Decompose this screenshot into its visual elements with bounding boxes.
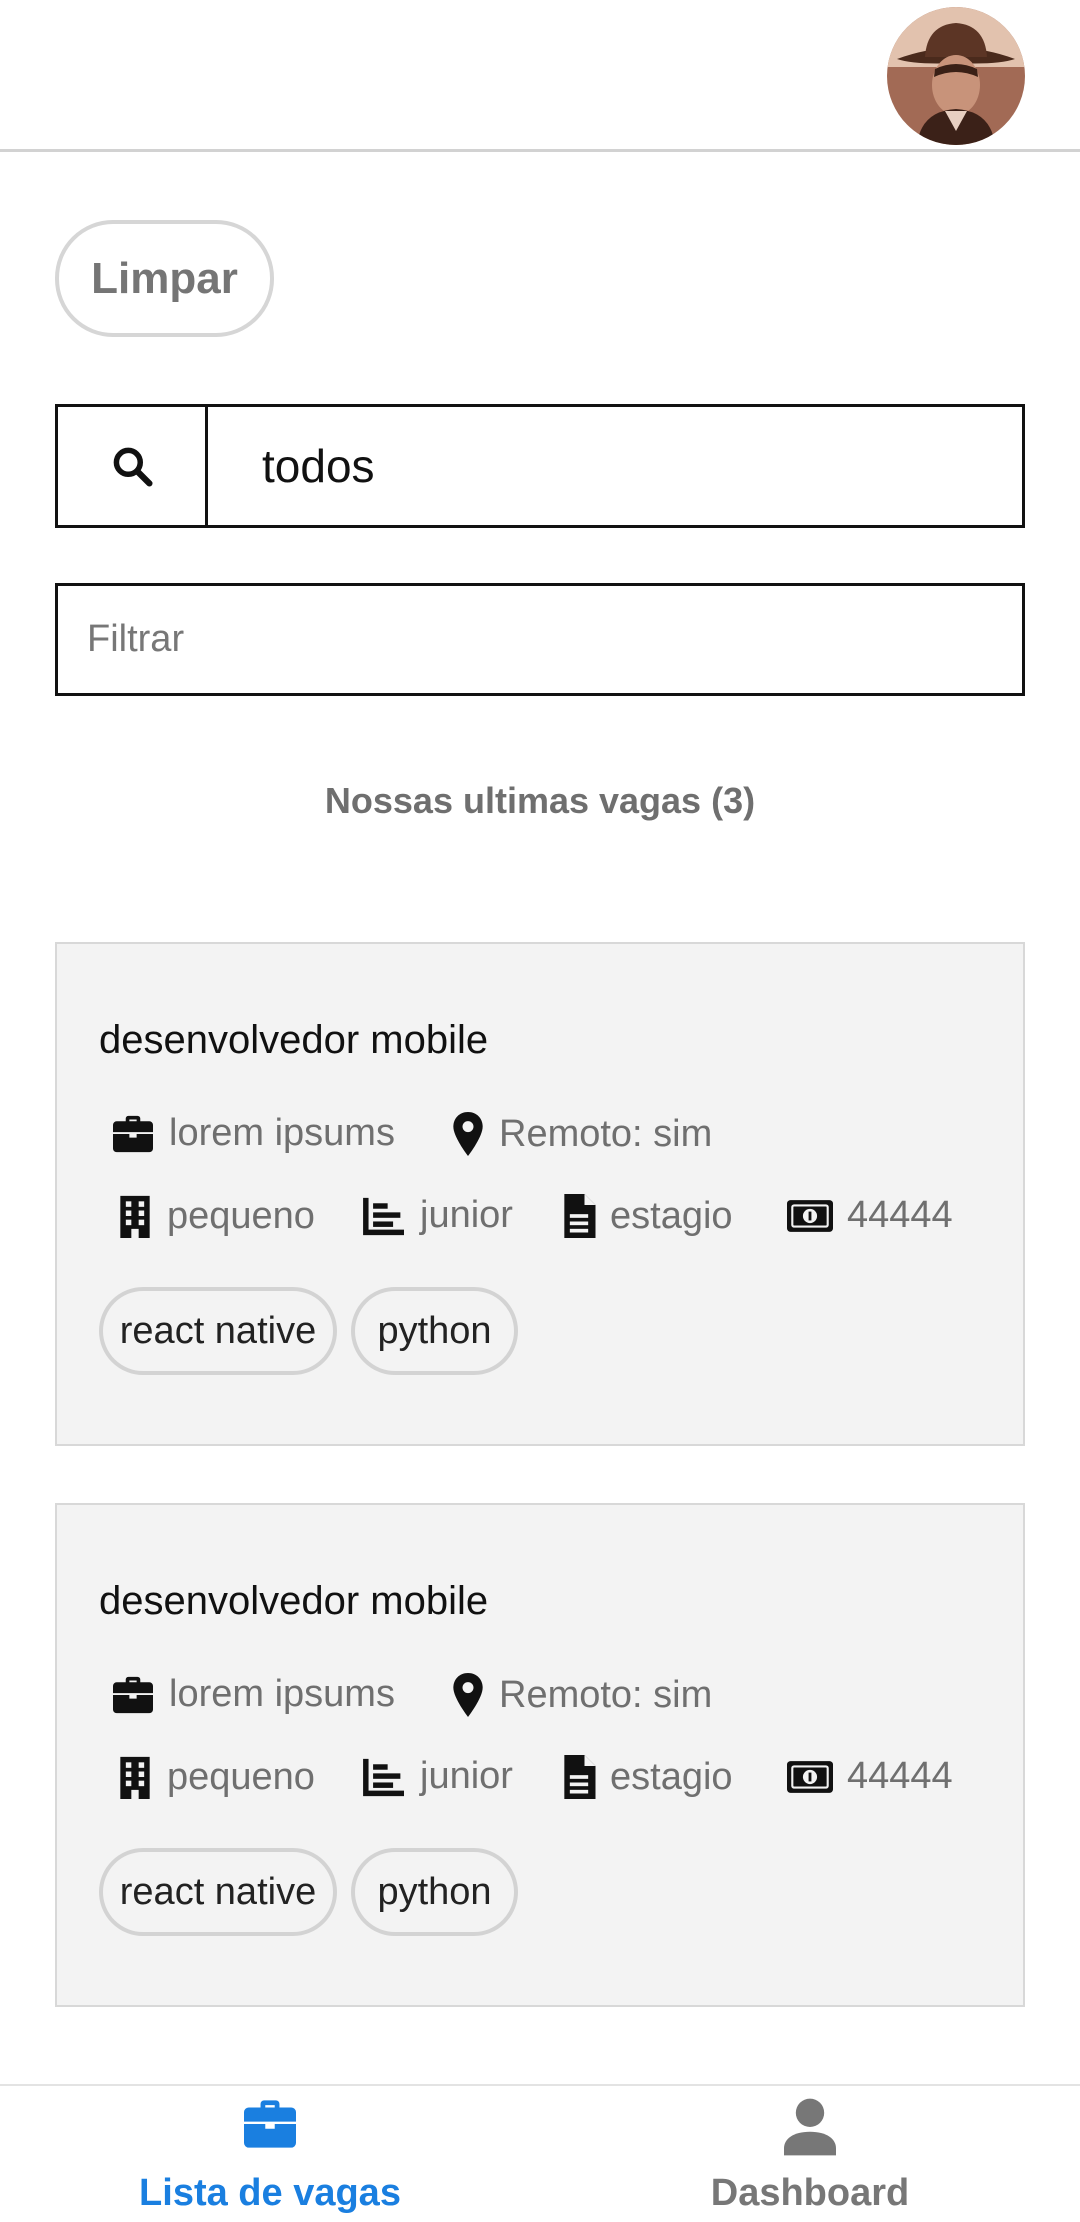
company-name: lorem ipsums [169,1112,395,1154]
contract-type: estagio [610,1755,733,1798]
search-input[interactable]: todos [208,407,1022,525]
location-pin-icon [453,1673,483,1717]
bottom-navigation: Lista de vagas Dashboard [0,2084,1080,2220]
company-size: pequeno [167,1755,315,1798]
contract-info: estagio [562,1755,733,1799]
briefcase-icon [113,1115,153,1152]
building-icon [120,1756,150,1799]
nav-item-dashboard[interactable]: Dashboard [540,2086,1080,2222]
person-icon [784,2098,836,2156]
app-header [0,0,1080,152]
company-name: lorem ipsums [169,1673,395,1715]
avatar-photo-icon [887,7,1025,145]
search-button[interactable] [58,407,208,525]
remote-info: Remoto: sim [451,1112,712,1156]
contract-type: estagio [610,1194,733,1237]
skill-tag[interactable]: python [351,1287,518,1375]
salary-info: 44444 [787,1755,953,1798]
document-icon [564,1194,596,1238]
contract-info: estagio [562,1194,733,1238]
level-chart-icon [363,1197,404,1235]
salary-info: 44444 [787,1194,953,1237]
company-size: pequeno [167,1194,315,1237]
remote-label: Remoto: sim [499,1112,713,1155]
section-title: Nossas ultimas vagas (3) [324,780,756,821]
level-chart-icon [363,1758,404,1796]
company-size-info: pequeno [117,1755,315,1799]
search-icon [113,447,153,487]
nav-label: Lista de vagas [139,2172,401,2214]
nav-item-job-list[interactable]: Lista de vagas [0,2086,540,2222]
job-title: desenvolvedor mobile [99,1018,489,1062]
level-info: junior [362,1194,513,1237]
remote-info: Remoto: sim [451,1673,712,1717]
salary-value: 44444 [847,1755,953,1797]
level-info: junior [362,1755,513,1798]
skill-tag[interactable]: python [351,1848,518,1936]
job-level: junior [420,1194,513,1236]
job-card[interactable]: desenvolvedor mobile lorem ipsums Remoto… [55,942,1025,1446]
nav-label: Dashboard [710,2172,910,2214]
skill-tag[interactable]: react native [99,1848,337,1936]
location-pin-icon [453,1112,483,1156]
clear-button[interactable]: Limpar [55,220,274,337]
job-level: junior [420,1755,513,1797]
user-avatar[interactable] [887,7,1025,145]
money-icon [787,1199,833,1232]
skill-tag[interactable]: react native [99,1287,337,1375]
company-info: lorem ipsums [111,1112,395,1155]
filter-input[interactable]: Filtrar [55,583,1025,696]
building-icon [120,1195,150,1238]
remote-label: Remoto: sim [499,1673,713,1716]
company-size-info: pequeno [117,1194,315,1238]
search-field[interactable]: todos [55,404,1025,528]
salary-value: 44444 [847,1194,953,1236]
company-info: lorem ipsums [111,1673,395,1716]
briefcase-icon [244,2100,296,2148]
job-title: desenvolvedor mobile [99,1579,489,1623]
document-icon [564,1755,596,1799]
briefcase-icon [113,1676,153,1713]
job-card[interactable]: desenvolvedor mobile lorem ipsums Remoto… [55,1503,1025,2007]
money-icon [787,1760,833,1793]
